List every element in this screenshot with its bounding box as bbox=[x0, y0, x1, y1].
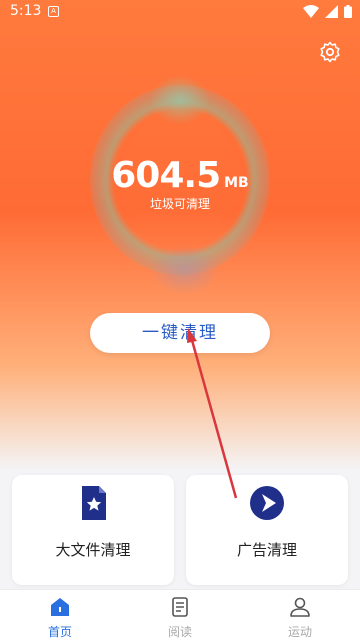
junk-size: 604.5 MB bbox=[90, 155, 270, 196]
junk-scan-ring: 604.5 MB 垃圾可清理 bbox=[90, 75, 270, 295]
status-time: 5:13 bbox=[10, 3, 42, 19]
nav-home-label: 首页 bbox=[47, 625, 72, 639]
junk-caption: 垃圾可清理 bbox=[149, 197, 210, 211]
nav-read[interactable]: 阅读 bbox=[120, 590, 240, 641]
person-icon bbox=[290, 597, 310, 617]
ad-clean-label: 广告清理 bbox=[236, 541, 297, 559]
star-document-icon bbox=[82, 486, 106, 520]
nav-home[interactable]: 首页 bbox=[0, 590, 120, 641]
nav-sport[interactable]: 运动 bbox=[240, 590, 360, 641]
ring-glow-bottom bbox=[150, 245, 220, 295]
document-icon bbox=[172, 597, 188, 617]
bottom-nav: 首页 阅读 运动 bbox=[0, 589, 360, 641]
notification-icon: A bbox=[48, 6, 59, 17]
wifi-icon bbox=[303, 5, 319, 18]
status-bar: 5:13 A bbox=[0, 0, 360, 24]
ad-clean-card[interactable]: 广告清理 bbox=[186, 475, 348, 585]
settings-gear-icon[interactable] bbox=[318, 40, 342, 64]
home-icon bbox=[51, 598, 69, 616]
large-file-clean-card[interactable]: 大文件清理 bbox=[12, 475, 174, 585]
large-file-clean-label: 大文件清理 bbox=[55, 541, 131, 559]
signal-icon bbox=[325, 5, 338, 18]
nav-read-label: 阅读 bbox=[167, 625, 192, 639]
one-click-clean-button[interactable]: 一键清理 bbox=[90, 313, 270, 353]
play-circle-icon bbox=[250, 486, 284, 520]
status-indicators bbox=[303, 5, 352, 18]
nav-sport-label: 运动 bbox=[287, 625, 312, 639]
junk-size-unit: MB bbox=[224, 175, 249, 191]
battery-icon bbox=[344, 5, 352, 18]
junk-size-value: 604.5 bbox=[111, 155, 221, 196]
